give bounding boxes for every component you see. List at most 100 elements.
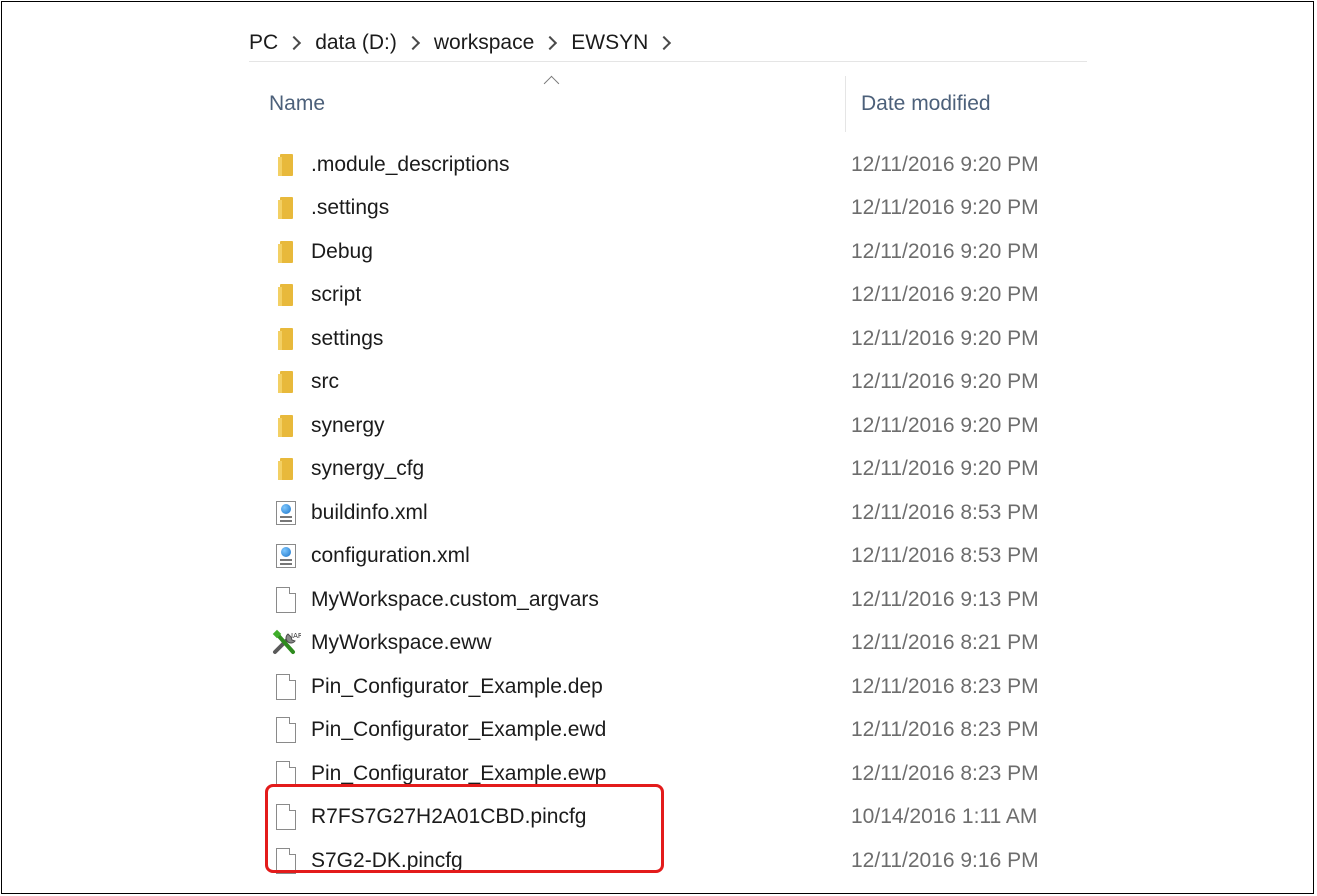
file-row[interactable]: .settings 12/11/2016 9:20 PM (249, 187, 1087, 231)
file-date-modified: 12/11/2016 8:23 PM (851, 674, 1039, 698)
file-date-modified: 12/11/2016 9:13 PM (851, 587, 1039, 611)
file-row[interactable]: IAR MyWorkspace.eww 12/11/2016 8:21 PM (249, 622, 1087, 666)
file-row[interactable]: synergy 12/11/2016 9:20 PM (249, 404, 1087, 448)
file-row[interactable]: settings 12/11/2016 9:20 PM (249, 317, 1087, 361)
file-row-icon (271, 324, 301, 354)
file-row[interactable]: synergy_cfg 12/11/2016 9:20 PM (249, 448, 1087, 492)
file-row[interactable]: Pin_Configurator_Example.ewd 12/11/2016 8… (249, 709, 1087, 753)
file-icon (276, 760, 296, 787)
file-row[interactable]: Pin_Configurator_Example.dep 12/11/2016 8… (249, 665, 1087, 709)
folder-icon (278, 284, 294, 307)
file-date-modified: 12/11/2016 8:53 PM (851, 544, 1039, 568)
column-divider[interactable] (845, 76, 846, 132)
file-icon (276, 717, 296, 744)
file-row-icon (271, 672, 301, 702)
file-name[interactable]: Debug (311, 240, 373, 264)
file-row-icon (271, 846, 301, 876)
file-name[interactable]: Pin_Configurator_Example.ewp (311, 762, 606, 786)
explorer-window: PC data (D:) workspace EWSYN Name Date m… (1, 1, 1314, 894)
file-name[interactable]: script (311, 283, 361, 307)
file-row-icon (271, 759, 301, 789)
file-row-icon (271, 411, 301, 441)
file-row-icon (271, 193, 301, 223)
file-date-modified: 10/14/2016 1:11 AM (851, 805, 1038, 829)
file-row[interactable]: src 12/11/2016 9:20 PM (249, 361, 1087, 405)
sort-ascending-icon (543, 75, 560, 92)
column-header-row: Name Date modified (249, 68, 1087, 132)
file-name[interactable]: .settings (311, 196, 389, 220)
file-name[interactable]: Pin_Configurator_Example.ewd (311, 718, 606, 742)
file-date-modified: 12/11/2016 9:20 PM (851, 152, 1039, 176)
file-row[interactable]: MyWorkspace.custom_argvars 12/11/2016 9:1… (249, 578, 1087, 622)
file-name[interactable]: R7FS7G27H2A01CBD.pincfg (311, 805, 586, 829)
file-row-icon (271, 802, 301, 832)
chevron-right-icon[interactable] (405, 35, 420, 50)
column-header-name[interactable]: Name (269, 92, 325, 116)
file-icon (276, 804, 296, 831)
file-row[interactable]: buildinfo.xml 12/11/2016 8:53 PM (249, 491, 1087, 535)
file-date-modified: 12/11/2016 9:20 PM (851, 239, 1039, 263)
file-date-modified: 12/11/2016 9:20 PM (851, 457, 1039, 481)
file-row-icon (271, 541, 301, 571)
breadcrumb-item-workspace[interactable]: workspace (434, 31, 534, 55)
folder-icon (278, 458, 294, 481)
file-row[interactable]: configuration.xml 12/11/2016 8:53 PM (249, 535, 1087, 579)
xml-file-icon (276, 500, 296, 525)
file-row-icon (271, 585, 301, 615)
file-row-icon (271, 367, 301, 397)
file-name[interactable]: Pin_Configurator_Example.dep (311, 675, 603, 699)
file-list: .module_descriptions 12/11/2016 9:20 PM .s… (249, 143, 1087, 883)
file-row[interactable]: Pin_Configurator_Example.ewp 12/11/2016 8… (249, 752, 1087, 796)
file-row-icon (271, 150, 301, 180)
file-icon (276, 847, 296, 874)
file-date-modified: 12/11/2016 9:16 PM (851, 848, 1039, 872)
file-name[interactable]: settings (311, 327, 383, 351)
chevron-right-icon[interactable] (287, 35, 302, 50)
file-name[interactable]: MyWorkspace.custom_argvars (311, 588, 599, 612)
column-header-date-modified[interactable]: Date modified (861, 92, 991, 116)
file-name[interactable]: configuration.xml (311, 544, 470, 568)
svg-text:IAR: IAR (291, 632, 301, 640)
file-row[interactable]: Debug 12/11/2016 9:20 PM (249, 230, 1087, 274)
breadcrumb: PC data (D:) workspace EWSYN (249, 24, 1087, 62)
file-row-icon (271, 237, 301, 267)
breadcrumb-item-data-drive[interactable]: data (D:) (315, 31, 397, 55)
chevron-right-icon[interactable] (657, 35, 672, 50)
folder-icon (278, 414, 294, 437)
chevron-right-icon[interactable] (543, 35, 558, 50)
breadcrumb-item-pc[interactable]: PC (249, 31, 278, 55)
file-name[interactable]: buildinfo.xml (311, 501, 428, 525)
file-row[interactable]: script 12/11/2016 9:20 PM (249, 274, 1087, 318)
file-date-modified: 12/11/2016 9:20 PM (851, 370, 1039, 394)
file-icon (276, 673, 296, 700)
file-row-icon (271, 454, 301, 484)
file-row-icon (271, 715, 301, 745)
xml-file-icon (276, 544, 296, 569)
folder-icon (278, 240, 294, 263)
file-row-icon (271, 498, 301, 528)
file-name[interactable]: MyWorkspace.eww (311, 631, 492, 655)
file-row-icon: IAR (271, 628, 301, 658)
file-date-modified: 12/11/2016 9:20 PM (851, 283, 1039, 307)
file-row-icon (271, 280, 301, 310)
file-date-modified: 12/11/2016 9:20 PM (851, 326, 1039, 350)
file-row[interactable]: R7FS7G27H2A01CBD.pincfg 10/14/2016 1:11 A… (249, 796, 1087, 840)
file-date-modified: 12/11/2016 8:21 PM (851, 631, 1039, 655)
file-date-modified: 12/11/2016 8:23 PM (851, 718, 1039, 742)
folder-icon (278, 327, 294, 350)
file-date-modified: 12/11/2016 8:53 PM (851, 500, 1039, 524)
file-date-modified: 12/11/2016 8:23 PM (851, 761, 1039, 785)
file-date-modified: 12/11/2016 9:20 PM (851, 196, 1039, 220)
file-date-modified: 12/11/2016 9:20 PM (851, 413, 1039, 437)
file-name[interactable]: src (311, 370, 339, 394)
breadcrumb-item-ewsyn[interactable]: EWSYN (571, 31, 648, 55)
folder-icon (278, 371, 294, 394)
file-name[interactable]: .module_descriptions (311, 153, 509, 177)
file-name[interactable]: synergy (311, 414, 385, 438)
file-name[interactable]: synergy_cfg (311, 457, 424, 481)
workspace-tool-icon: IAR (272, 630, 301, 655)
file-row[interactable]: S7G2-DK.pincfg 12/11/2016 9:16 PM (249, 839, 1087, 883)
file-row[interactable]: .module_descriptions 12/11/2016 9:20 PM (249, 143, 1087, 187)
file-icon (276, 586, 296, 613)
file-name[interactable]: S7G2-DK.pincfg (311, 849, 463, 873)
